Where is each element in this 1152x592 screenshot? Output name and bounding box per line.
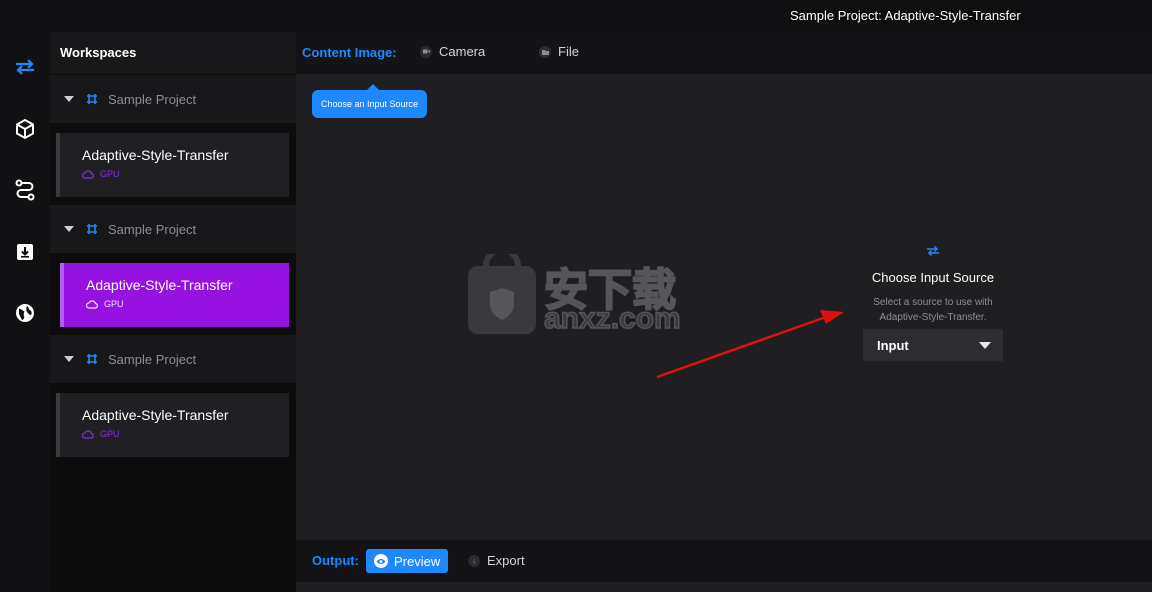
- workspaces-sidebar: Workspaces Sample Project Adaptive-Style…: [50, 32, 296, 592]
- export-label: Export: [487, 553, 525, 568]
- main-area: Content Image: Camera File Choose an Inp…: [296, 32, 1152, 592]
- annotation-arrow: [656, 310, 844, 379]
- cloud-icon: [86, 299, 98, 309]
- caret-down-icon[interactable]: [64, 356, 74, 362]
- workspace-card-active[interactable]: Adaptive-Style-Transfer GPU: [60, 263, 289, 327]
- workspace-card[interactable]: Adaptive-Style-Transfer GPU: [56, 133, 289, 197]
- rail-item-workspaces[interactable]: [8, 52, 42, 86]
- preview-button[interactable]: Preview: [366, 549, 449, 573]
- project-name: Sample Project: [108, 221, 197, 237]
- rail-item-downloads[interactable]: [8, 237, 42, 271]
- cube-icon: [14, 118, 36, 145]
- bottom-strip: [296, 582, 1152, 592]
- globe-icon: [15, 303, 35, 328]
- project-row[interactable]: Sample Project: [50, 335, 296, 383]
- swap-arrows-icon: [14, 58, 36, 81]
- project-group: Sample Project: [50, 205, 296, 253]
- route-icon: [14, 179, 36, 206]
- download-icon: ↓: [468, 554, 480, 567]
- caret-down-icon[interactable]: [64, 96, 74, 102]
- rail-item-models[interactable]: [8, 114, 42, 148]
- output-bar: Output: Preview ↓ Export: [296, 540, 1152, 582]
- workspace-card[interactable]: Adaptive-Style-Transfer GPU: [56, 393, 289, 457]
- preview-label: Preview: [394, 553, 441, 569]
- workspace-name: Adaptive-Style-Transfer: [82, 147, 229, 163]
- project-icon: [86, 353, 98, 365]
- output-label: Output:: [312, 553, 359, 568]
- project-row[interactable]: Sample Project: [50, 75, 296, 123]
- project-group: Sample Project: [50, 335, 296, 383]
- device-label: GPU: [104, 299, 124, 309]
- caret-down-icon[interactable]: [64, 226, 74, 232]
- cloud-icon: [82, 169, 94, 179]
- project-icon: [86, 93, 98, 105]
- workspace-name: Adaptive-Style-Transfer: [82, 407, 229, 423]
- sidebar-header: Workspaces: [50, 32, 296, 74]
- download-box-icon: [16, 243, 34, 266]
- export-button[interactable]: ↓ Export: [468, 553, 525, 568]
- rail-item-web[interactable]: [8, 298, 42, 332]
- window-title: Sample Project: Adaptive-Style-Transfer: [790, 8, 1021, 23]
- workspace-device: GPU: [86, 299, 289, 309]
- cloud-icon: [82, 429, 94, 439]
- device-label: GPU: [100, 429, 120, 439]
- nav-rail: [0, 32, 50, 592]
- workspace-device: GPU: [82, 169, 289, 179]
- title-bar: Sample Project: Adaptive-Style-Transfer: [0, 0, 1152, 32]
- workspace-device: GPU: [82, 429, 289, 439]
- project-name: Sample Project: [108, 91, 197, 107]
- project-group: Sample Project: [50, 75, 296, 123]
- project-icon: [86, 223, 98, 235]
- workspace-name: Adaptive-Style-Transfer: [86, 277, 233, 293]
- project-row[interactable]: Sample Project: [50, 205, 296, 253]
- rail-item-pipelines[interactable]: [8, 175, 42, 209]
- project-name: Sample Project: [108, 351, 197, 367]
- device-label: GPU: [100, 169, 120, 179]
- eye-icon: [374, 554, 388, 568]
